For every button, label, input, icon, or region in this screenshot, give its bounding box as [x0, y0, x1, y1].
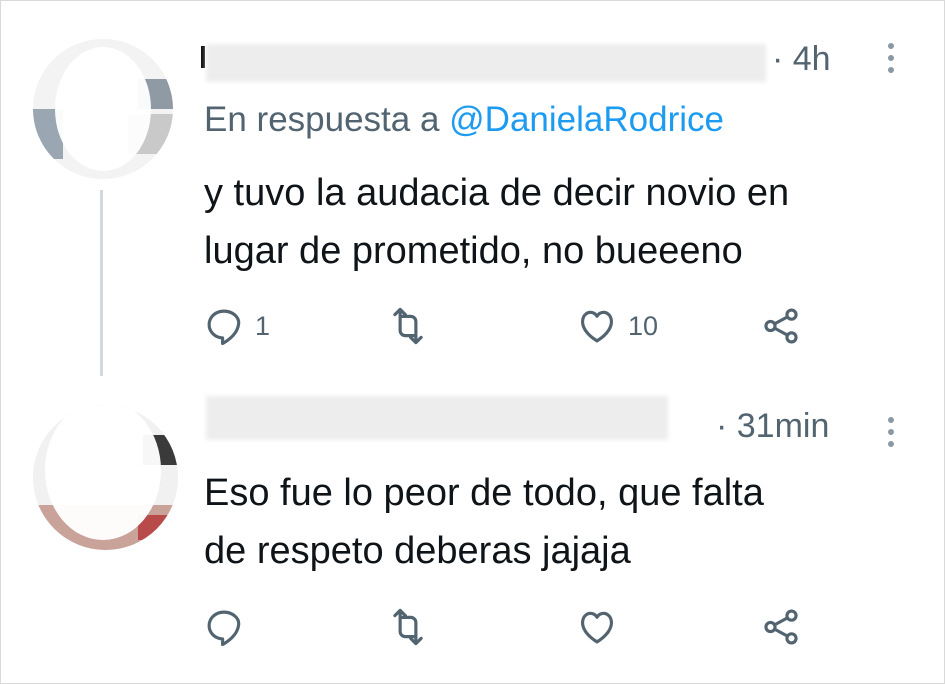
action-bar: 1 10	[0, 301, 945, 351]
display-name-fragment	[201, 46, 205, 68]
reply-count: 1	[255, 310, 271, 341]
avatar[interactable]	[33, 39, 173, 179]
retweet-button[interactable]	[387, 602, 439, 652]
tweet-text-line: y tuvo la audacia de decir novio en	[204, 172, 790, 214]
retweet-icon	[393, 307, 423, 345]
reply-context-label: En respuesta a	[204, 100, 450, 139]
heart-icon	[581, 611, 613, 644]
share-button[interactable]	[760, 602, 802, 652]
more-options-icon[interactable]	[886, 41, 896, 75]
timestamp[interactable]: · 31min	[716, 407, 829, 446]
share-icon	[764, 609, 798, 645]
heart-icon	[581, 310, 613, 343]
mention-link[interactable]: @DanielaRodrice	[449, 100, 724, 139]
reply-tweet[interactable]: · 4h En respuesta a @DanielaRodrice y tu…	[0, 0, 945, 376]
action-bar	[0, 602, 945, 652]
retweet-icon	[393, 608, 423, 646]
tweet-text: y tuvo la audacia de decir novio en luga…	[204, 164, 904, 280]
like-count: 10	[628, 310, 659, 341]
retweet-button[interactable]	[387, 301, 439, 351]
timestamp[interactable]: · 4h	[772, 40, 831, 79]
display-name-redacted[interactable]	[206, 44, 766, 82]
tweet-text-line: lugar de prometido, no bueeeno	[204, 230, 743, 272]
share-icon	[764, 308, 798, 344]
reply-context: En respuesta a @DanielaRodrice	[204, 100, 724, 140]
avatar-image-redacted	[33, 405, 178, 550]
avatar-image-redacted	[33, 39, 173, 179]
reply-icon	[207, 610, 241, 647]
share-button[interactable]	[760, 301, 802, 351]
reply-button[interactable]: 1	[203, 301, 270, 351]
like-button[interactable]: 10	[576, 301, 658, 351]
more-options-icon[interactable]	[886, 415, 896, 449]
reply-icon	[207, 309, 241, 346]
tweet-text-line: de respeto deberas jajaja	[204, 530, 631, 572]
reply-tweet[interactable]: · 31min Eso fue lo peor de todo, que fal…	[0, 370, 945, 684]
reply-button[interactable]	[203, 602, 255, 652]
avatar[interactable]	[33, 405, 178, 550]
tweet-text: Eso fue lo peor de todo, que falta de re…	[204, 464, 904, 580]
tweet-text-line: Eso fue lo peor de todo, que falta	[204, 472, 764, 514]
like-button[interactable]	[576, 602, 628, 652]
display-name-redacted[interactable]	[206, 396, 668, 440]
